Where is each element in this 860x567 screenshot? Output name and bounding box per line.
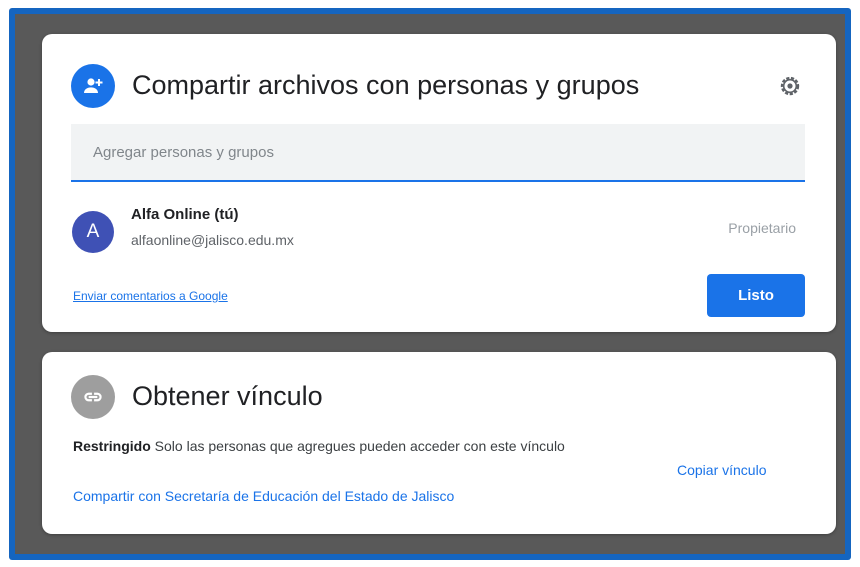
access-level-label[interactable]: Restringido — [73, 438, 151, 454]
share-with-org-link[interactable]: Compartir con Secretaría de Educación de… — [73, 488, 454, 504]
get-link-title: Obtener vínculo — [132, 381, 323, 411]
copy-link-button[interactable]: Copiar vínculo — [677, 462, 767, 478]
share-dialog: Compartir archivos con personas y grupos… — [42, 34, 836, 332]
avatar: A — [72, 211, 114, 253]
done-button[interactable]: Listo — [707, 274, 805, 317]
person-email: alfaonline@jalisco.edu.mx — [131, 232, 294, 248]
person-name: Alfa Online (tú) — [131, 206, 239, 223]
get-link-dialog: Obtener vínculo Restringido Solo las per… — [42, 352, 836, 534]
send-feedback-link[interactable]: Enviar comentarios a Google — [73, 289, 228, 303]
person-add-icon — [71, 64, 115, 108]
share-dialog-title: Compartir archivos con personas y grupos — [132, 70, 640, 100]
role-label: Propietario — [728, 220, 796, 236]
gear-icon[interactable] — [775, 71, 805, 101]
link-icon — [71, 375, 115, 419]
link-access-description: Restringido Solo las personas que agregu… — [73, 434, 633, 458]
access-description: Solo las personas que agregues pueden ac… — [154, 438, 565, 454]
add-people-input[interactable] — [91, 142, 805, 162]
add-people-field[interactable] — [71, 124, 805, 182]
